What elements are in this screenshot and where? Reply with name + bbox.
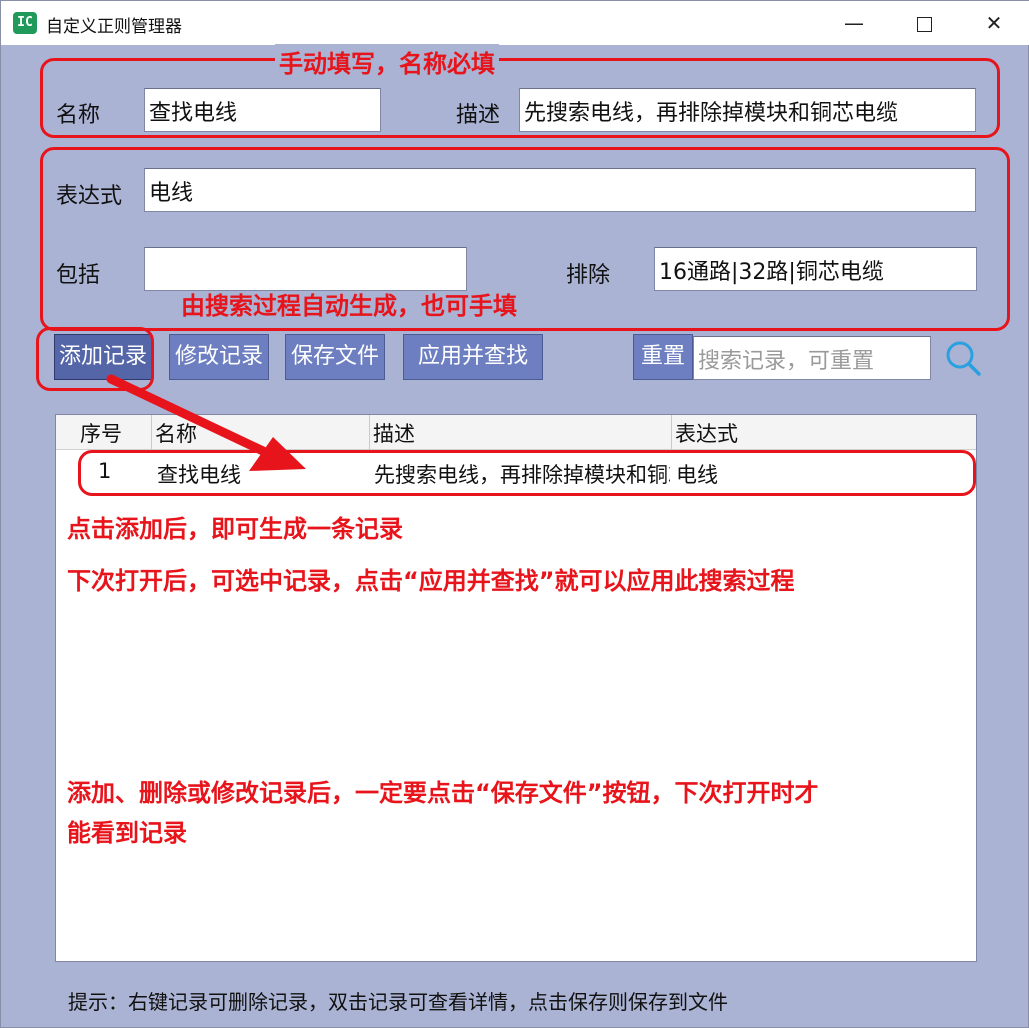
regex-manager-window: IC 自定义正则管理器 — ✕ 名称 查找电线 描述 先搜索电线，再排除掉模块和… [0,0,1029,1028]
annotation-next-open: 下次打开后，可选中记录，点击“应用并查找”就可以应用此搜索过程 [67,567,795,595]
annotation-save-note: 添加、删除或修改记录后，一定要点击“保存文件”按钮，下次打开时才 [67,779,819,807]
annotation-save-note-2: 能看到记录 [67,819,187,847]
annotation-after-add: 点击添加后，即可生成一条记录 [67,515,403,543]
